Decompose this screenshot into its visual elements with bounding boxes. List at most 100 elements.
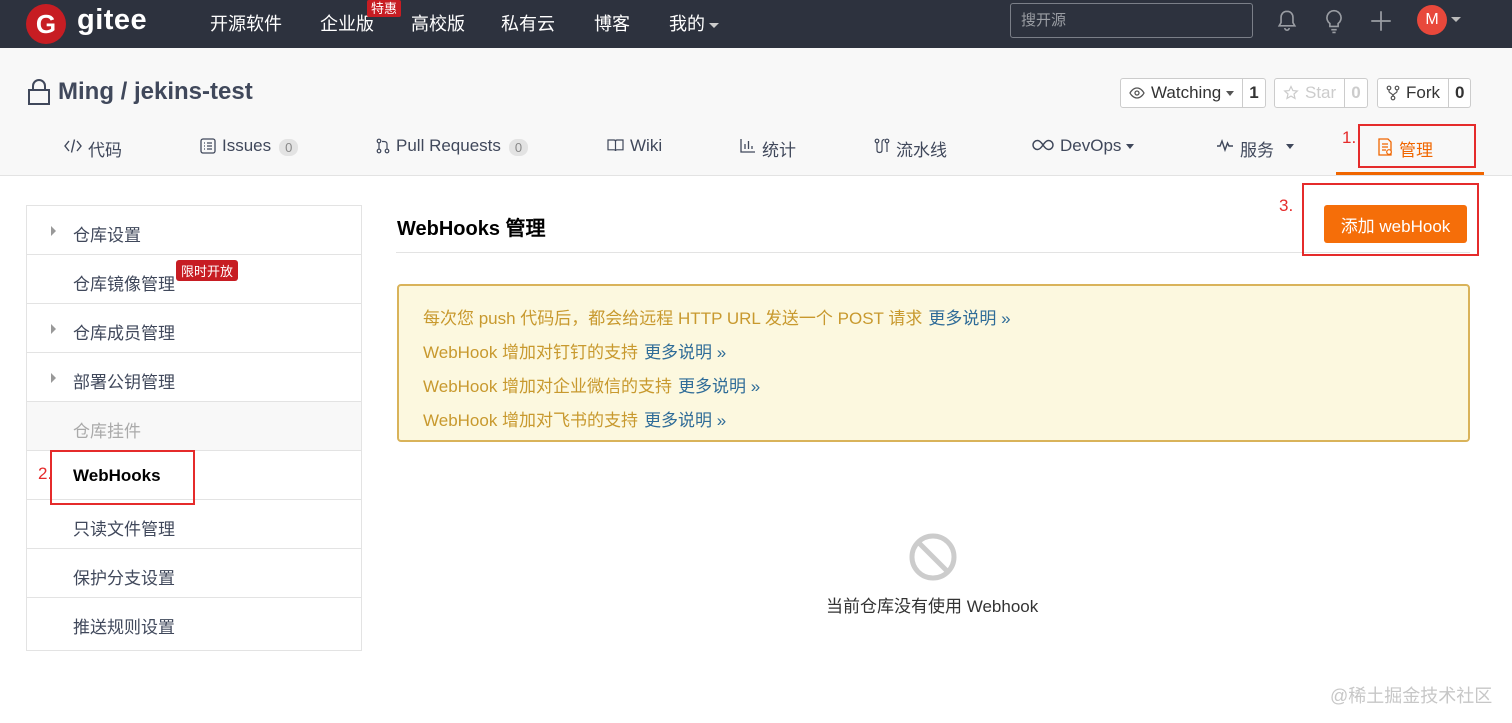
notice-text: 每次您 push 代码后，都会给远程 HTTP URL 发送一个 POST 请求 — [423, 309, 923, 328]
avatar[interactable]: M — [1417, 5, 1447, 35]
limited-badge: 限时开放 — [176, 260, 239, 281]
chevron-right-icon — [51, 324, 56, 334]
more-info-link[interactable]: 更多说明 » — [928, 309, 1010, 328]
notice-text: WebHook 增加对飞书的支持 — [423, 411, 639, 430]
sidebar-item-mirror[interactable]: 仓库镜像管理 限时开放 — [27, 255, 361, 304]
nav-private-cloud[interactable]: 私有云 — [501, 10, 555, 36]
top-navbar: G gitee 开源软件 企业版 特惠 高校版 私有云 博客 我的 M — [0, 0, 1512, 48]
notice-text: WebHook 增加对钉钉的支持 — [423, 343, 639, 362]
tab-pipeline[interactable]: 流水线 — [874, 136, 947, 176]
nav-blog[interactable]: 博客 — [594, 10, 630, 36]
sidebar-item-label: 仓库设置 — [73, 226, 141, 245]
star-button[interactable]: Star — [1274, 78, 1346, 108]
repo-title[interactable]: Ming / jekins-test — [58, 78, 253, 106]
nav-enterprise[interactable]: 企业版 — [320, 10, 374, 36]
fork-button-group: Fork 0 — [1377, 78, 1472, 108]
tab-pull-requests[interactable]: Pull Requests 0 — [376, 136, 529, 176]
sidebar-item-protected-branches[interactable]: 保护分支设置 — [27, 549, 361, 598]
sidebar-item-label: 仓库镜像管理 — [73, 275, 175, 294]
fork-button[interactable]: Fork — [1377, 78, 1449, 108]
fork-count[interactable]: 0 — [1449, 78, 1472, 108]
empty-state-text: 当前仓库没有使用 Webhook — [826, 597, 1039, 616]
search-input[interactable] — [1010, 3, 1253, 38]
annotation-box-webhooks — [50, 450, 195, 505]
annotation-box-manage-tab — [1358, 124, 1476, 168]
sidebar-item-widgets: 仓库挂件 — [27, 402, 361, 451]
notice-line: 每次您 push 代码后，都会给远程 HTTP URL 发送一个 POST 请求… — [423, 304, 1011, 329]
tab-pipeline-label: 流水线 — [896, 141, 947, 160]
more-info-link[interactable]: 更多说明 » — [644, 411, 726, 430]
tab-issues[interactable]: Issues 0 — [200, 136, 299, 176]
tab-stats[interactable]: 统计 — [740, 136, 796, 176]
more-info-link[interactable]: 更多说明 » — [644, 343, 726, 362]
more-info-link[interactable]: 更多说明 » — [678, 377, 760, 396]
tab-wiki[interactable]: Wiki — [607, 136, 662, 176]
nav-open-source[interactable]: 开源软件 — [210, 10, 282, 36]
pipeline-icon — [874, 138, 890, 154]
plus-icon[interactable] — [1368, 8, 1394, 34]
tab-code-label: 代码 — [88, 141, 122, 160]
notice-line: WebHook 增加对钉钉的支持 更多说明 » — [423, 338, 726, 363]
repo-header: Ming / jekins-test Watching 1 Star 0 For… — [0, 48, 1512, 176]
watch-label: Watching — [1151, 83, 1222, 102]
chart-icon — [740, 139, 755, 153]
lock-icon — [28, 79, 50, 105]
tab-services-label: 服务 — [1240, 141, 1274, 160]
annotation-number-1: 1. — [1342, 128, 1357, 147]
infinity-icon — [1032, 139, 1054, 151]
tab-wiki-label: Wiki — [630, 136, 663, 155]
sidebar-item-label: 仓库成员管理 — [73, 324, 175, 343]
watermark: @稀土掘金技术社区 — [1330, 686, 1493, 706]
watch-button[interactable]: Watching — [1120, 78, 1244, 108]
gitee-logo-icon[interactable]: G — [26, 4, 66, 44]
bell-icon[interactable] — [1274, 8, 1300, 34]
sidebar-item-label: 部署公钥管理 — [73, 373, 175, 392]
tab-devops-label: DevOps — [1060, 136, 1122, 155]
watch-button-group: Watching 1 — [1120, 78, 1266, 108]
pulse-icon — [1217, 138, 1233, 152]
code-icon — [64, 139, 82, 153]
star-count[interactable]: 0 — [1345, 78, 1368, 108]
sidebar-item-label: 只读文件管理 — [73, 520, 175, 539]
active-tab-indicator — [1336, 172, 1484, 175]
sidebar-item-deploy-keys[interactable]: 部署公钥管理 — [27, 353, 361, 402]
chevron-down-icon — [1226, 90, 1235, 96]
sidebar-item-push-rules[interactable]: 推送规则设置 — [27, 598, 361, 647]
sidebar-item-label: 保护分支设置 — [73, 569, 175, 588]
nav-mine[interactable]: 我的 — [669, 10, 719, 36]
annotation-number-3: 3. — [1279, 196, 1294, 215]
tab-pull-requests-label: Pull Requests — [396, 136, 501, 155]
tab-stats-label: 统计 — [762, 141, 796, 160]
gitee-logo-text[interactable]: gitee — [77, 4, 147, 37]
fork-label: Fork — [1406, 83, 1440, 102]
watch-count[interactable]: 1 — [1243, 78, 1266, 108]
tab-services[interactable]: 服务 — [1216, 136, 1294, 176]
pull-request-icon — [376, 138, 390, 154]
page-title: WebHooks 管理 — [397, 218, 546, 240]
chevron-down-icon — [1126, 144, 1135, 149]
star-icon — [1283, 85, 1299, 100]
chevron-down-icon — [1286, 144, 1294, 149]
notice-text: WebHook 增加对企业微信的支持 — [423, 377, 673, 396]
tab-devops[interactable]: DevOps — [1032, 136, 1135, 176]
nav-mine-label: 我的 — [669, 14, 705, 34]
sidebar-item-readonly-files[interactable]: 只读文件管理 — [27, 500, 361, 549]
pull-requests-count-badge: 0 — [508, 139, 529, 156]
chevron-right-icon — [51, 226, 56, 236]
annotation-box-add-button — [1302, 183, 1479, 256]
chevron-down-icon — [709, 22, 719, 28]
chevron-right-icon — [51, 373, 56, 383]
avatar-caret-icon[interactable] — [1451, 17, 1461, 22]
wiki-icon — [607, 139, 624, 152]
tab-code[interactable]: 代码 — [64, 136, 122, 176]
sidebar-item-repo-settings[interactable]: 仓库设置 — [27, 206, 361, 255]
sidebar-item-label: 仓库挂件 — [73, 422, 141, 441]
lightbulb-icon[interactable] — [1321, 8, 1347, 34]
star-label: Star — [1305, 83, 1337, 102]
sidebar-item-members[interactable]: 仓库成员管理 — [27, 304, 361, 353]
issues-count-badge: 0 — [279, 139, 299, 156]
settings-sidebar: 仓库设置 仓库镜像管理 限时开放 仓库成员管理 部署公钥管理 仓库挂件 WebH… — [26, 205, 362, 651]
fork-icon — [1386, 85, 1400, 101]
notice-line: WebHook 增加对企业微信的支持 更多说明 » — [423, 372, 760, 397]
nav-education[interactable]: 高校版 — [411, 10, 465, 36]
